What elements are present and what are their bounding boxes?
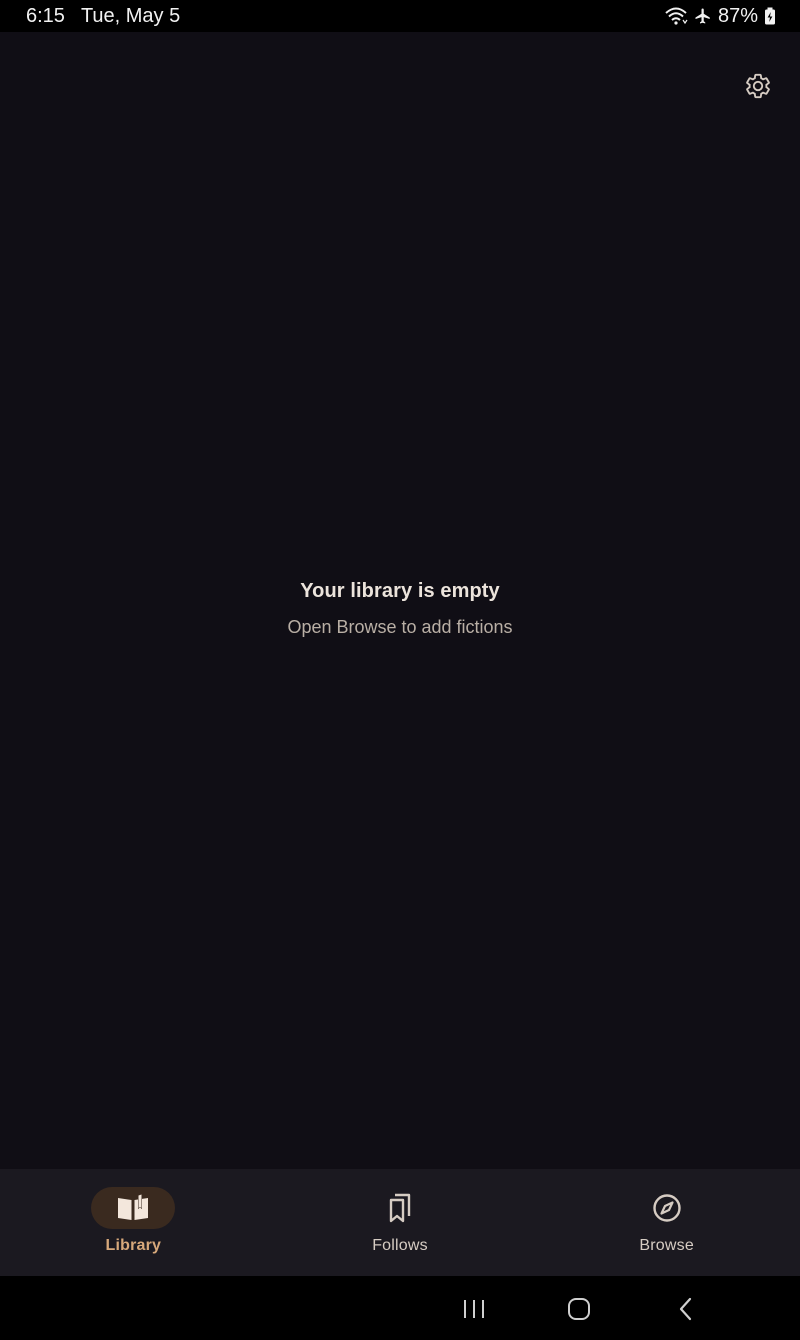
book-open-icon (118, 1194, 149, 1220)
airplane-icon (694, 7, 712, 25)
home-icon (568, 1298, 590, 1320)
nav-item-follows[interactable]: Follows (267, 1169, 534, 1276)
bottom-navigation: Library Follows Browse (0, 1169, 800, 1276)
nav-pill-browse (625, 1187, 709, 1229)
home-button[interactable] (559, 1294, 599, 1324)
nav-label-library: Library (105, 1237, 162, 1254)
bookmarks-icon (389, 1193, 411, 1223)
system-navigation-bar (0, 1276, 800, 1340)
battery-level: 87% (717, 4, 758, 27)
empty-state-subtitle: Open Browse to add fictions (287, 617, 513, 637)
gear-icon (746, 73, 770, 99)
nav-pill-follows (358, 1187, 442, 1229)
back-button[interactable] (666, 1294, 706, 1324)
nav-item-browse[interactable]: Browse (533, 1169, 800, 1276)
recent-apps-button[interactable] (454, 1294, 494, 1324)
battery-charging-icon (764, 7, 776, 25)
nav-pill-library (91, 1187, 176, 1229)
compass-icon (652, 1194, 681, 1222)
wifi-icon (664, 6, 688, 26)
status-right: 87% (664, 5, 776, 28)
recent-apps-icon (464, 1300, 484, 1318)
nav-item-library[interactable]: Library (0, 1169, 267, 1276)
empty-state-title: Your library is empty (300, 580, 500, 602)
nav-label-follows: Follows (372, 1237, 428, 1254)
app-content: Your library is empty Open Browse to add… (0, 32, 800, 1169)
settings-button[interactable] (742, 70, 774, 102)
nav-label-browse: Browse (639, 1237, 694, 1254)
status-bar: 6:15 Tue, May 5 87% (0, 0, 800, 32)
empty-state: Your library is empty Open Browse to add… (0, 580, 800, 638)
status-date: Tue, May 5 (80, 4, 181, 27)
back-icon (679, 1297, 692, 1321)
status-left: 6:15 Tue, May 5 (26, 5, 180, 28)
status-time: 6:15 (26, 4, 65, 27)
